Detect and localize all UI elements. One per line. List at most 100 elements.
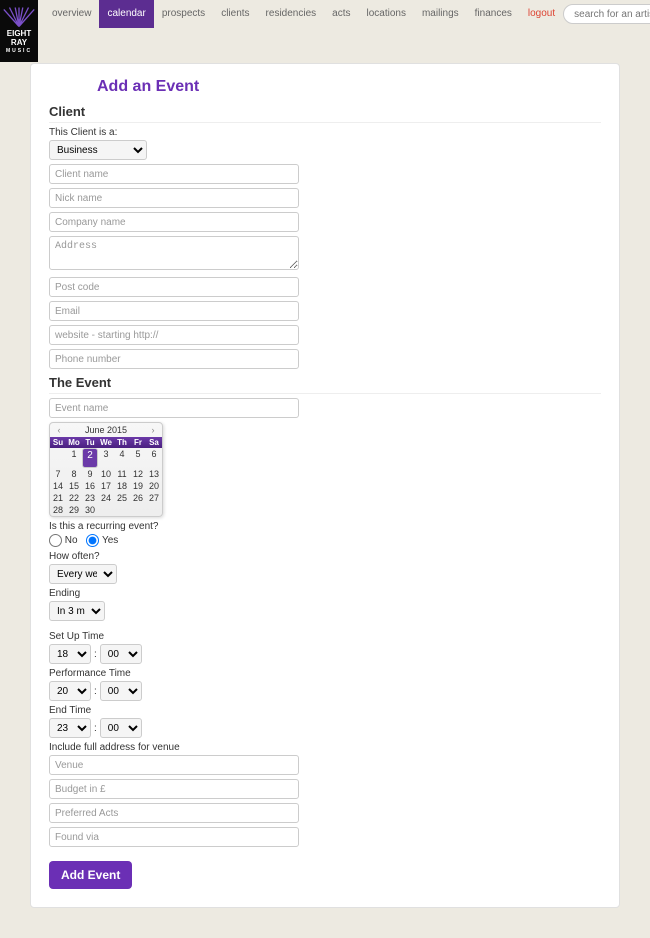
cal-day: . [146,504,162,516]
add-event-button[interactable]: Add Event [49,861,132,889]
phone-input[interactable] [49,349,299,369]
search-input[interactable] [563,4,650,24]
cal-dow: Su [50,437,66,448]
cal-day[interactable]: 30 [82,504,98,516]
client-heading: Client [49,104,601,123]
page-title: Add an Event [49,74,601,96]
cal-day[interactable]: 18 [114,480,130,492]
client-name-input[interactable] [49,164,299,184]
ending-select[interactable]: In 3 mont [49,601,105,621]
perf-mm-select[interactable]: 00 [100,681,142,701]
cal-day[interactable]: 26 [130,492,146,504]
cal-prev-icon[interactable]: ‹ [54,425,64,435]
cal-day[interactable]: 17 [98,480,114,492]
nav-acts[interactable]: acts [324,0,358,28]
cal-day[interactable]: 3 [98,448,114,468]
perf-hh-select[interactable]: 20 [49,681,91,701]
cal-day[interactable]: 11 [114,468,130,480]
time-colon: : [94,723,97,734]
cal-dow: Tu [82,437,98,448]
company-name-input[interactable] [49,212,299,232]
setup-mm-select[interactable]: 00 [100,644,142,664]
cal-title: June 2015 [85,425,127,435]
nav-clients[interactable]: clients [213,0,257,28]
post-code-input[interactable] [49,277,299,297]
setup-time-label: Set Up Time [49,631,299,642]
cal-day[interactable]: 29 [66,504,82,516]
event-name-input[interactable] [49,398,299,418]
address-input[interactable] [49,236,299,270]
cal-day[interactable]: 2 [82,448,98,468]
budget-input[interactable] [49,779,299,799]
cal-day[interactable]: 16 [82,480,98,492]
date-picker[interactable]: ‹ June 2015 › SuMoTuWeThFrSa.12345678910… [49,422,163,517]
end-mm-select[interactable]: 00 [100,718,142,738]
nav-finances[interactable]: finances [467,0,520,28]
cal-day[interactable]: 14 [50,480,66,492]
cal-day[interactable]: 20 [146,480,162,492]
cal-day[interactable]: 24 [98,492,114,504]
website-input[interactable] [49,325,299,345]
cal-dow: We [98,437,114,448]
venue-input[interactable] [49,755,299,775]
time-colon: : [94,649,97,660]
found-via-input[interactable] [49,827,299,847]
setup-hh-select[interactable]: 18 [49,644,91,664]
cal-day[interactable]: 21 [50,492,66,504]
venue-address-label: Include full address for venue [49,742,299,753]
cal-day[interactable]: 15 [66,480,82,492]
recurring-yes-option[interactable]: Yes [86,535,118,546]
nav-locations[interactable]: locations [358,0,413,28]
cal-day: . [98,504,114,516]
event-heading: The Event [49,375,601,394]
cal-next-icon[interactable]: › [148,425,158,435]
cal-day[interactable]: 10 [98,468,114,480]
logo[interactable]: EIGHT RAY MUSIC [0,0,38,62]
logo-rays-icon [0,7,38,27]
cal-dow: Mo [66,437,82,448]
recurring-label: Is this a recurring event? [49,521,299,532]
cal-day[interactable]: 13 [146,468,162,480]
cal-day[interactable]: 5 [130,448,146,468]
cal-day: . [130,504,146,516]
cal-dow: Th [114,437,130,448]
preferred-acts-input[interactable] [49,803,299,823]
cal-day[interactable]: 19 [130,480,146,492]
top-nav: EIGHT RAY MUSIC overviewcalendarprospect… [0,0,650,28]
how-often-label: How often? [49,551,299,562]
nav-calendar[interactable]: calendar [99,0,153,28]
recurring-yes-radio[interactable] [86,534,99,547]
cal-day[interactable]: 28 [50,504,66,516]
how-often-select[interactable]: Every week [49,564,117,584]
cal-day[interactable]: 12 [130,468,146,480]
cal-day[interactable]: 1 [66,448,82,468]
email-input[interactable] [49,301,299,321]
cal-day[interactable]: 8 [66,468,82,480]
cal-day[interactable]: 23 [82,492,98,504]
perf-time-label: Performance Time [49,668,299,679]
cal-day[interactable]: 6 [146,448,162,468]
cal-day: . [114,504,130,516]
cal-day[interactable]: 9 [82,468,98,480]
nick-name-input[interactable] [49,188,299,208]
cal-day[interactable]: 4 [114,448,130,468]
global-search [563,0,650,24]
nav-residencies[interactable]: residencies [258,0,325,28]
cal-day[interactable]: 25 [114,492,130,504]
nav-prospects[interactable]: prospects [154,0,213,28]
recurring-no-radio[interactable] [49,534,62,547]
client-type-select[interactable]: Business [49,140,147,160]
cal-day[interactable]: 27 [146,492,162,504]
end-hh-select[interactable]: 23 [49,718,91,738]
cal-day[interactable]: 22 [66,492,82,504]
nav-logout[interactable]: logout [520,0,563,28]
nav-overview[interactable]: overview [44,0,99,28]
cal-dow: Sa [146,437,162,448]
add-event-card: Add an Event Client This Client is a: Bu… [30,63,620,908]
ending-label: Ending [49,588,299,599]
cal-day: . [50,448,66,468]
nav-mailings[interactable]: mailings [414,0,467,28]
cal-day[interactable]: 7 [50,468,66,480]
client-type-label: This Client is a: [49,127,299,138]
recurring-no-option[interactable]: No [49,535,78,546]
